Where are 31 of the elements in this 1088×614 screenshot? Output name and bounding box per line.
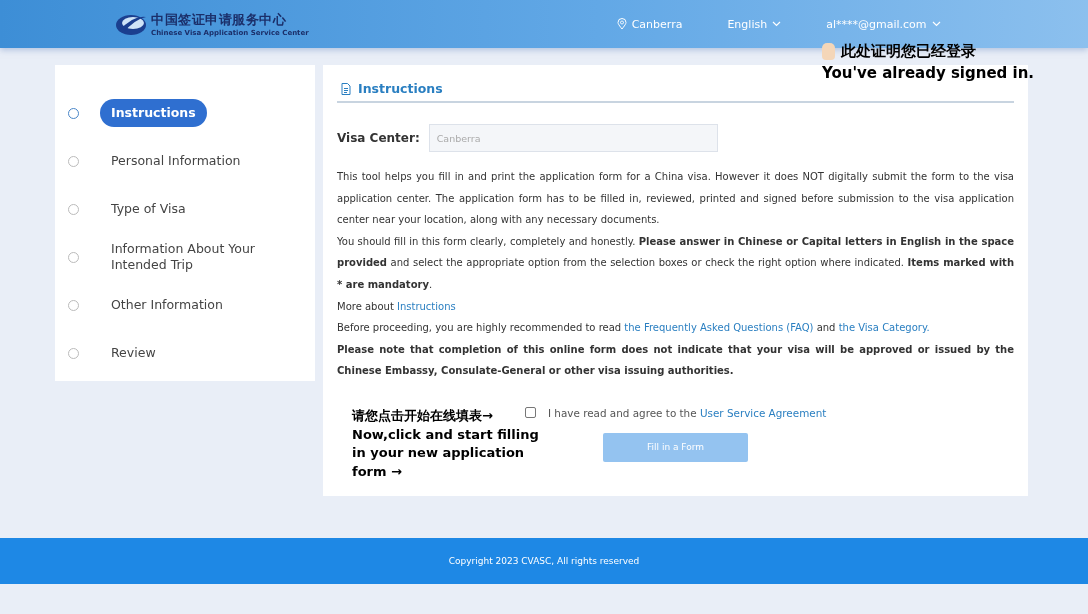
- logo-title: 中国签证申请服务中心: [151, 11, 287, 29]
- annotation-text: 请您点击开始在线填表→: [352, 407, 493, 425]
- location-pin-icon: [616, 18, 627, 30]
- text-link[interactable]: User Service Agreement: [699, 406, 827, 419]
- text-link[interactable]: the Frequently Asked Questions (FAQ): [624, 322, 814, 334]
- instruction-paragraph: This tool helps you fill in and print the application form for a China visa. However it does NOT digitally submit the form to the visa application center. The application form has to be filled in, reviewed, printed and signed before submission to the visa application center near your location, along with any necessary documents.: [337, 170, 1014, 228]
- step-item[interactable]: Information About Your Intended Trip: [100, 235, 282, 279]
- document-icon: [341, 82, 351, 95]
- instruction-paragraph: Please note that completion of this online form does not indicate that your visa will be approved or issued by the Chinese Embassy, Consulate-General or other visa issuing authorities.: [337, 342, 1014, 379]
- caret-icon: [772, 21, 782, 27]
- field-label: Visa Center:: [337, 131, 420, 145]
- step-item[interactable]: Review: [100, 339, 282, 367]
- instruction-paragraph: You should fill in this form clearly, completely and honestly. Please answer in Chinese or Capital letters in English in the space provided and select the appropriate option from the selection boxes or check the right option where indicated. Items marked with * are mandatory.: [337, 234, 1014, 292]
- agreement-text: I have read and agree to the User Service Agreement: [548, 406, 827, 419]
- instruction-paragraph: Before proceeding, you are highly recommended to read the Frequently Asked Questions (FAQ) and the Visa Category.: [337, 321, 931, 336]
- annotation-text: 此处证明您已经登录: [841, 41, 976, 62]
- text-link[interactable]: the Visa Category.: [838, 322, 930, 334]
- section-title: Instructions: [358, 81, 443, 96]
- copyright-text: Copyright 2023 CVASC, All rights reserved: [448, 556, 640, 566]
- annotation-text: Now,click and start filling in your new application form →: [352, 425, 540, 481]
- step-item[interactable]: Type of Visa: [100, 195, 282, 223]
- step-item[interactable]: Other Information: [100, 291, 282, 319]
- step-item[interactable]: Instructions: [100, 99, 207, 127]
- caret-icon: [931, 21, 941, 27]
- agree-checkbox[interactable]: [525, 407, 536, 419]
- text-link[interactable]: Instructions: [397, 300, 456, 312]
- step-item[interactable]: Personal Information: [100, 147, 282, 175]
- instruction-paragraph: More about Instructions: [337, 299, 457, 314]
- location-selector[interactable]: Canberra: [616, 17, 683, 31]
- language-selector[interactable]: English: [727, 17, 782, 31]
- annotation-text: You've already signed in.: [822, 63, 1035, 84]
